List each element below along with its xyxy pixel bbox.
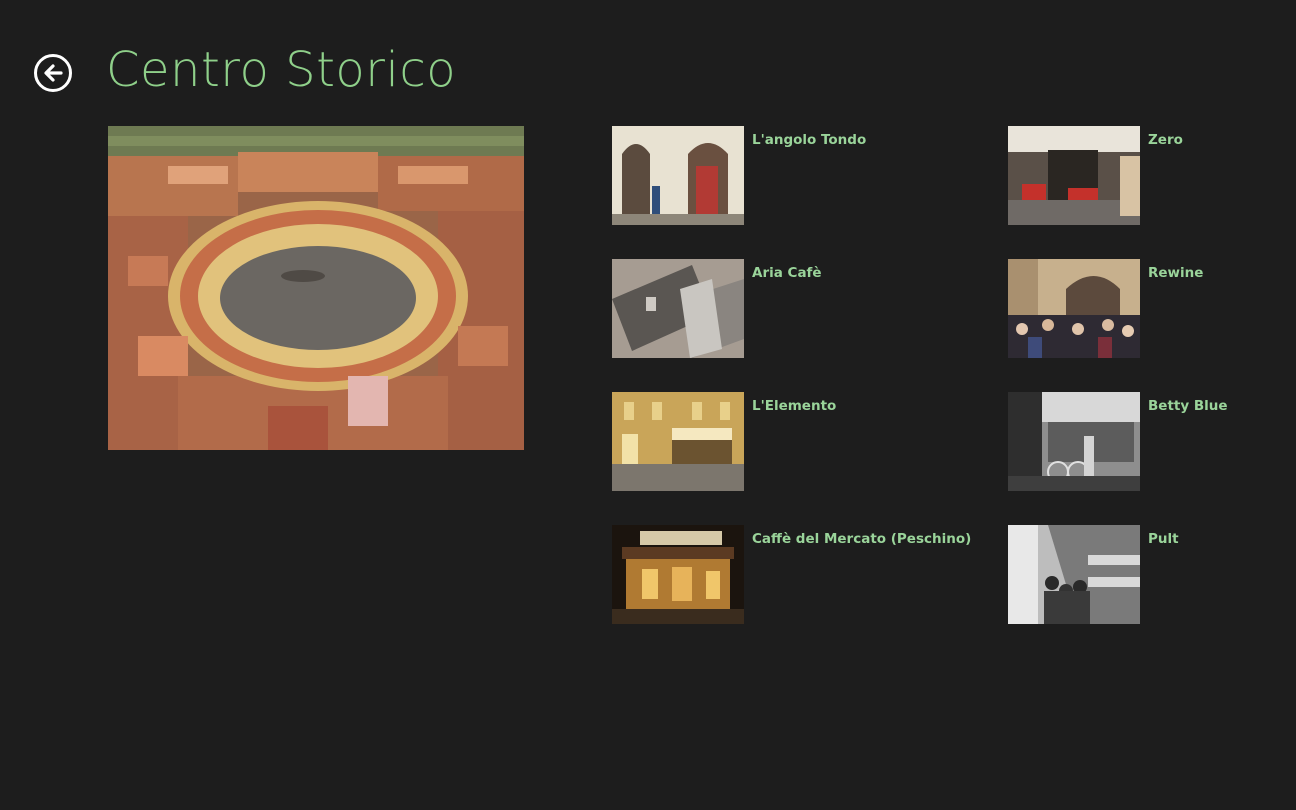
thumbnail (1008, 525, 1140, 624)
item-label: Aria Cafè (752, 265, 822, 281)
thumbnail (612, 525, 744, 624)
item-label: Pult (1148, 531, 1179, 547)
thumbnail (1008, 392, 1140, 491)
list-item[interactable]: L'Elemento (612, 392, 982, 491)
item-label: Caffè del Mercato (Peschino) (752, 531, 972, 547)
back-arrow-icon (44, 64, 63, 82)
item-label: L'Elemento (752, 398, 837, 414)
list-item[interactable]: Pult (1008, 525, 1296, 624)
thumbnail (612, 392, 744, 491)
item-label: Zero (1148, 132, 1183, 148)
thumbnail (612, 259, 744, 358)
thumbnail (1008, 126, 1140, 225)
item-label: Betty Blue (1148, 398, 1228, 414)
list-item[interactable]: Caffè del Mercato (Peschino) (612, 525, 982, 624)
back-button[interactable] (34, 54, 72, 92)
list-item[interactable]: Zero (1008, 126, 1296, 225)
page-title: Centro Storico (106, 42, 457, 98)
list-item[interactable]: Betty Blue (1008, 392, 1296, 491)
page: Centro Storico L'angolo Tondo Zero Aria … (0, 0, 1296, 810)
thumbnail (612, 126, 744, 225)
list-item[interactable]: L'angolo Tondo (612, 126, 982, 225)
list-item[interactable]: Aria Cafè (612, 259, 982, 358)
item-label: Rewine (1148, 265, 1204, 281)
item-label: L'angolo Tondo (752, 132, 867, 148)
hero-image (108, 126, 524, 450)
list-item[interactable]: Rewine (1008, 259, 1296, 358)
thumbnail (1008, 259, 1140, 358)
